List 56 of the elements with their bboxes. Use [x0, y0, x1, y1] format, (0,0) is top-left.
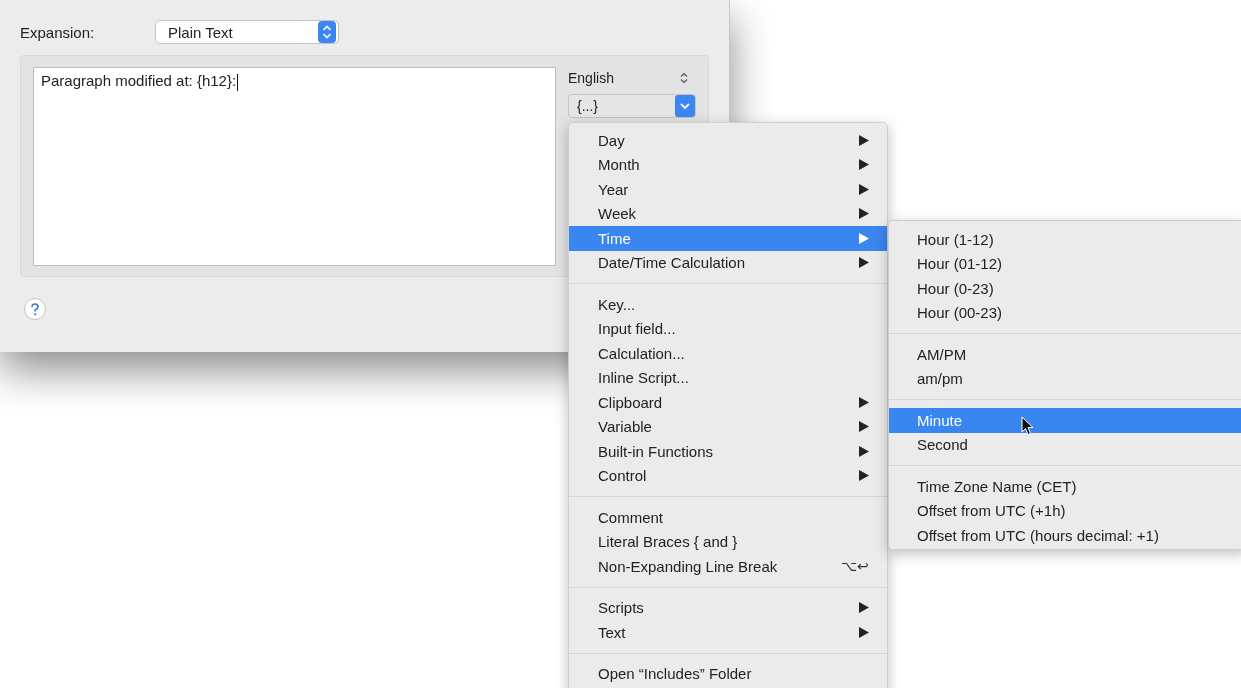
shortcut-label: ⌥↩ [841, 558, 869, 575]
menu-item[interactable]: Second [889, 432, 1241, 457]
menu-item[interactable]: Comment [569, 505, 887, 530]
menu-item[interactable]: Input field... [569, 316, 887, 341]
placeholder-popup[interactable]: {...} [568, 94, 696, 118]
chevron-down-icon [675, 95, 695, 117]
menu-item[interactable]: Open “Includes” Folder [569, 661, 887, 686]
text-area[interactable]: Paragraph modified at: {h12}: [33, 67, 556, 266]
menu-item[interactable]: Key... [569, 292, 887, 317]
expansion-popup[interactable]: Plain Text [155, 20, 339, 44]
menu-item[interactable]: Minute [889, 408, 1241, 433]
submenu-arrow-icon [859, 134, 869, 146]
menu-item[interactable]: Offset from UTC (+1h) [889, 498, 1241, 523]
stepper-icon [318, 21, 336, 43]
menu-item[interactable]: Hour (1-12) [889, 227, 1241, 252]
question-mark-icon [30, 302, 40, 316]
mouse-pointer-icon [1021, 416, 1034, 436]
submenu-arrow-icon [859, 602, 869, 614]
menu-item[interactable]: am/pm [889, 366, 1241, 391]
menu-item[interactable]: Clipboard [569, 390, 887, 415]
menu-item[interactable]: Non-Expanding Line Break ⌥↩ [569, 554, 887, 579]
submenu-arrow-icon [859, 183, 869, 195]
menu-item[interactable]: Year [569, 177, 887, 202]
expansion-label: Expansion: [20, 23, 96, 41]
submenu-arrow-icon [859, 445, 869, 457]
submenu-arrow-icon [859, 626, 869, 638]
menu-item[interactable]: Literal Braces { and } [569, 529, 887, 554]
menu-item[interactable]: Hour (01-12) [889, 251, 1241, 276]
text-cursor [237, 73, 239, 91]
menu-item[interactable]: Calculation... [569, 341, 887, 366]
submenu-arrow-icon [859, 232, 869, 244]
submenu-arrow-icon [859, 470, 869, 482]
language-popup[interactable]: English [568, 68, 694, 88]
submenu-arrow-icon [859, 208, 869, 220]
submenu-arrow-icon [859, 257, 869, 269]
menu-item[interactable]: Variable [569, 414, 887, 439]
menu-item[interactable]: Week [569, 201, 887, 226]
menu-item[interactable]: Hour (00-23) [889, 300, 1241, 325]
menu-item[interactable]: Hour (0-23) [889, 276, 1241, 301]
menu-item[interactable]: Date/Time Calculation [569, 250, 887, 275]
menu-item[interactable]: Scripts [569, 595, 887, 620]
menu-item[interactable]: Offset from UTC (hours decimal: +1) [889, 523, 1241, 548]
menu-item[interactable]: Day [569, 128, 887, 153]
menu-item[interactable]: Time Zone Name (CET) [889, 474, 1241, 499]
menu-item[interactable]: Inline Script... [569, 365, 887, 390]
menu-item[interactable]: Control [569, 463, 887, 488]
menu-item[interactable]: Built-in Functions [569, 439, 887, 464]
menu-item[interactable]: Text [569, 620, 887, 645]
menu-item[interactable]: Month [569, 152, 887, 177]
submenu-arrow-icon [859, 159, 869, 171]
submenu-arrow-icon [859, 396, 869, 408]
help-button[interactable] [24, 298, 46, 320]
menu-item[interactable]: AM/PM [889, 342, 1241, 367]
stepper-icon [680, 72, 688, 84]
submenu-arrow-icon [859, 421, 869, 433]
menu-item[interactable]: Time [569, 226, 887, 251]
